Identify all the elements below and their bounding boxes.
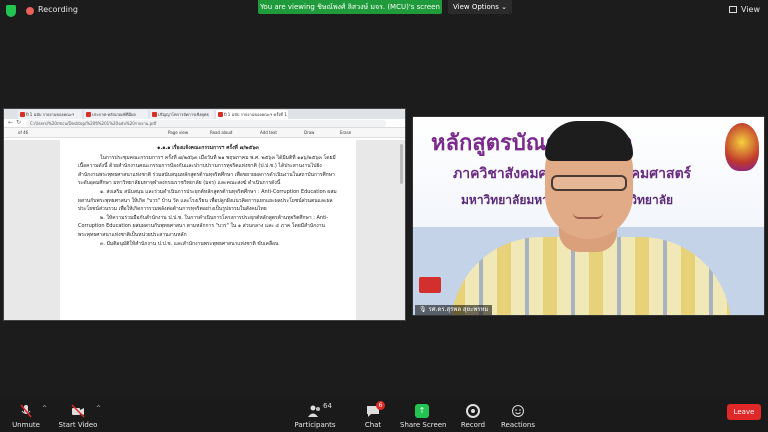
start-video-button[interactable]: ^ Start Video — [58, 396, 101, 432]
back-icon[interactable]: ← — [8, 119, 13, 126]
view-options-button[interactable]: View Options ⌄ — [448, 0, 512, 14]
top-bar: Recording You are viewing ชิษณ์พงศ์ ลิสว… — [0, 0, 768, 22]
recording-icon — [26, 7, 34, 15]
chat-badge: 6 — [376, 401, 385, 410]
refresh-icon[interactable]: ↻ — [16, 119, 21, 126]
participants-count: 64 — [323, 402, 332, 410]
zoom-window: Recording You are viewing ชิษณ์พงศ์ ลิสว… — [0, 0, 768, 432]
pdf-icon — [86, 112, 91, 117]
glasses — [551, 175, 627, 191]
chat-button[interactable]: 6 Chat — [356, 396, 390, 432]
participant-video-tile[interactable]: หลักสูตรบัณฑิตศึกษา ภาควิชาสังคมศาสตร์ ค… — [412, 116, 765, 316]
shield-icon[interactable] — [6, 5, 16, 17]
leave-button[interactable]: Leave — [727, 404, 761, 420]
record-label: Record — [460, 421, 486, 429]
view-options-label: View Options — [453, 3, 499, 11]
erase-button[interactable]: Erase — [340, 130, 351, 135]
person-mouth — [573, 213, 603, 219]
document-paragraph: ๒. ให้ความร่วมมือกับสำนักงาน ป.ป.ช. ในกา… — [78, 214, 329, 238]
share-screen-icon: ↑ — [415, 404, 429, 418]
reactions-label: Reactions — [500, 421, 536, 429]
video-off-icon — [71, 404, 85, 418]
browser-tab-active[interactable]: ปี 1 ฉบับ รายงานของคณะฯ ครั้งที่ 1 — [216, 110, 288, 119]
view-label: View — [741, 5, 760, 14]
participant-name: รศ.ดร.สุรพล สุยะพรหม — [428, 306, 489, 313]
participants-icon — [308, 405, 320, 417]
shared-screen: ปี 1 ฉบับ รายงานของคณะฯ ประกาศ-หลักเกณฑ์… — [3, 108, 406, 321]
page-view-button[interactable]: Page view — [168, 130, 188, 135]
participant-name-tag: 🎙 รศ.ดร.สุรพล สุยะพรหม — [415, 305, 493, 315]
pdf-viewer[interactable]: ๑.๑.๑ เรื่องแจ้งคณะกรรมการฯ ครั้งที่ ๗/๒… — [4, 140, 405, 320]
address-bar: ← ↻ C:/Users/%20rmcu/Desktop/%20ปี%201%2… — [4, 119, 405, 128]
document-heading: ๑.๑.๑ เรื่องแจ้งคณะกรรมการฯ ครั้งที่ ๗/๒… — [157, 145, 259, 151]
add-text-button[interactable]: Add text — [260, 130, 277, 135]
pdf-page: ๑.๑.๑ เรื่องแจ้งคณะกรรมการฯ ครั้งที่ ๗/๒… — [60, 140, 356, 320]
record-icon — [466, 404, 480, 418]
chevron-up-icon[interactable]: ^ — [42, 405, 47, 412]
read-aloud-button[interactable]: Read aloud — [210, 130, 232, 135]
record-button[interactable]: Record — [456, 396, 490, 432]
draw-button[interactable]: Draw — [304, 130, 314, 135]
browser-tab[interactable]: ปี 1 ฉบับ รายงานของคณะฯ — [18, 110, 82, 119]
url-field[interactable]: C:/Users/%20rmcu/Desktop/%20ปี%201%20ฉบั… — [26, 120, 386, 127]
pdf-icon — [152, 112, 157, 117]
page-indicator[interactable]: of 46 — [18, 130, 28, 135]
recording-label: Recording — [38, 5, 79, 14]
browser-tab[interactable]: ปริญญาโทการจัดการเชิงพุทธ — [150, 110, 214, 119]
document-paragraph: ๓. มีมติอนุมัติให้สำนักงาน ป.ป.ช. และสำน… — [100, 240, 279, 247]
institution-logo-icon — [419, 277, 441, 293]
unmute-label: Unmute — [12, 421, 40, 429]
mic-muted-icon — [20, 404, 32, 418]
smiley-icon — [512, 405, 524, 417]
chat-label: Chat — [364, 421, 382, 429]
person-hair — [545, 121, 633, 161]
scrollbar[interactable] — [400, 144, 403, 184]
mic-muted-icon: 🎙 — [419, 306, 429, 313]
pdf-icon — [218, 112, 223, 117]
meeting-toolbar: ^ Unmute ^ Start Video 64 Participants 6… — [0, 396, 768, 432]
chevron-down-icon: ⌄ — [501, 3, 507, 11]
reactions-button[interactable]: Reactions — [500, 396, 536, 432]
participants-label: Participants — [294, 421, 336, 429]
document-paragraph: ในการประชุมคณะกรรมการฯ ครั้งที่ ๗/๒๕๖๓ เ… — [78, 154, 336, 187]
university-seal-icon — [725, 123, 759, 171]
unmute-button[interactable]: ^ Unmute — [6, 396, 47, 432]
document-paragraph: ๑. ส่งเสริม สนับสนุน และร่วมดำเนินการประ… — [78, 188, 337, 213]
browser-tab-strip: ปี 1 ฉบับ รายงานของคณะฯ ประกาศ-หลักเกณฑ์… — [4, 109, 405, 119]
share-screen-button[interactable]: ↑ Share Screen — [400, 396, 447, 432]
start-video-label: Start Video — [58, 421, 98, 429]
participants-button[interactable]: 64 Participants — [294, 396, 336, 432]
pdf-toolbar: of 46 Page view Read aloud Add text Draw… — [4, 128, 405, 138]
chevron-up-icon[interactable]: ^ — [96, 405, 101, 412]
pdf-icon — [20, 112, 25, 117]
browser-tab[interactable]: ประกาศ-หลักเกณฑ์ที่มีผล — [84, 110, 148, 119]
grid-view-icon — [729, 6, 738, 13]
viewing-screen-banner: You are viewing ชิษณ์พงศ์ ลิสวงษ์ มจร. (… — [258, 0, 442, 14]
share-screen-label: Share Screen — [400, 421, 447, 429]
view-button[interactable]: View — [729, 5, 760, 14]
